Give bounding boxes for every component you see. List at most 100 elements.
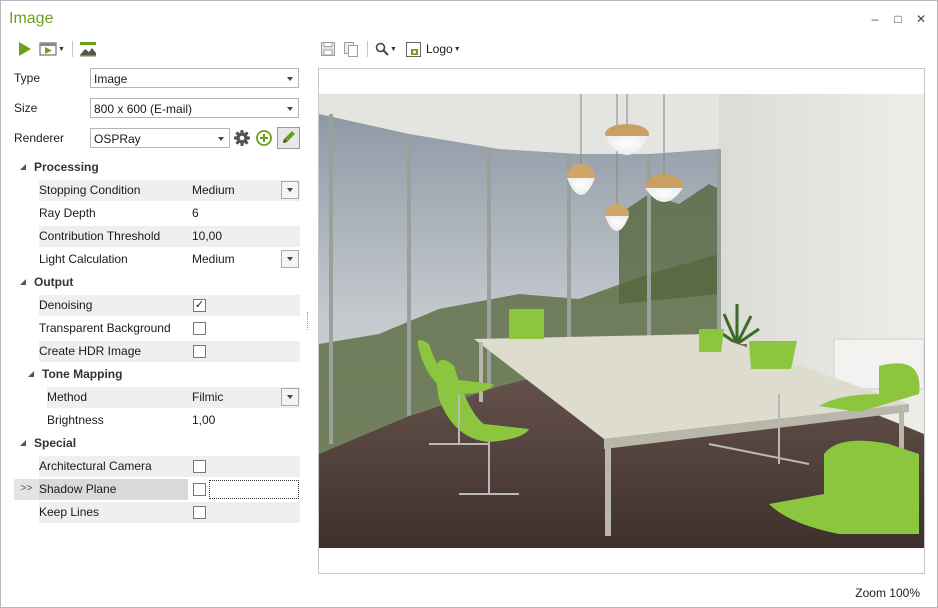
render-options-icon: [39, 42, 57, 56]
toolbar-separator: [72, 41, 73, 57]
collapse-triangle-icon: [20, 440, 26, 446]
chevron-down-icon: [287, 77, 293, 81]
light-calculation-value: Medium: [192, 252, 235, 266]
size-value: 800 x 600 (E-mail): [94, 102, 193, 116]
property-name: Keep Lines: [39, 502, 188, 523]
method-value: Filmic: [192, 390, 224, 404]
architectural-camera-checkbox[interactable]: [193, 460, 206, 473]
property-value[interactable]: Medium: [188, 180, 300, 201]
property-value: ✓: [188, 295, 300, 316]
contribution-threshold-value[interactable]: 10,00: [188, 226, 300, 247]
create-hdr-checkbox[interactable]: [193, 345, 206, 358]
toolbar-separator: [367, 41, 368, 57]
save-icon: [321, 42, 335, 56]
size-label: Size: [14, 101, 38, 115]
brightness-value[interactable]: 1,00: [188, 410, 300, 431]
image-window: Image – □ ✕ ▼ ▼ Logo ▼ Type Image Size 8…: [0, 0, 938, 608]
logo-button[interactable]: Logo ▼: [405, 38, 465, 60]
copy-icon: [344, 42, 358, 57]
zoom-icon: [375, 42, 389, 56]
collapse-triangle-icon: [20, 279, 26, 285]
category-processing[interactable]: Processing: [14, 156, 300, 177]
property-name: Stopping Condition: [39, 180, 188, 201]
zoom-button[interactable]: ▼: [373, 38, 399, 60]
renderer-select[interactable]: OSPRay: [90, 128, 230, 148]
property-name: Denoising: [39, 295, 188, 316]
play-icon: [19, 42, 31, 56]
transparent-background-checkbox[interactable]: [193, 322, 206, 335]
property-value: [188, 479, 300, 500]
property-brightness[interactable]: Brightness 1,00: [14, 410, 300, 431]
property-name: Method: [47, 387, 188, 408]
keep-lines-checkbox[interactable]: [193, 506, 206, 519]
property-value: [188, 456, 300, 477]
image-settings-button[interactable]: [77, 38, 99, 60]
property-name: Shadow Plane: [39, 479, 188, 500]
copy-image-button[interactable]: [341, 38, 361, 60]
stopping-condition-value: Medium: [192, 183, 235, 197]
property-transparent-background[interactable]: Transparent Background: [14, 318, 300, 339]
category-special[interactable]: Special: [14, 432, 300, 453]
property-create-hdr-image[interactable]: Create HDR Image: [14, 341, 300, 362]
property-light-calculation[interactable]: Light Calculation Medium: [14, 249, 300, 270]
chevron-down-icon: ▼: [390, 45, 397, 53]
add-renderer-button[interactable]: [255, 129, 273, 147]
save-image-button[interactable]: [318, 38, 338, 60]
collapse-triangle-icon: [20, 164, 26, 170]
type-select[interactable]: Image: [90, 68, 299, 88]
property-keep-lines[interactable]: Keep Lines: [14, 502, 300, 523]
conference-room-render: [319, 94, 924, 548]
gear-icon: [234, 130, 250, 146]
property-value[interactable]: Filmic: [188, 387, 300, 408]
type-label: Type: [14, 71, 41, 85]
render-options-button[interactable]: ▼: [38, 38, 66, 60]
ray-depth-value[interactable]: 6: [188, 203, 300, 224]
maximize-button[interactable]: □: [890, 11, 906, 27]
size-select[interactable]: 800 x 600 (E-mail): [90, 98, 299, 118]
category-output[interactable]: Output: [14, 271, 300, 292]
property-value[interactable]: Medium: [188, 249, 300, 270]
dropdown-button[interactable]: [281, 388, 299, 406]
logo-label: Logo: [426, 42, 453, 56]
logo-icon: [406, 41, 421, 57]
type-value: Image: [94, 72, 128, 86]
close-button[interactable]: ✕: [913, 11, 929, 27]
property-stopping-condition[interactable]: Stopping Condition Medium: [14, 180, 300, 201]
property-name: Light Calculation: [39, 252, 128, 266]
property-architectural-camera[interactable]: Architectural Camera: [14, 456, 300, 477]
edit-renderer-button[interactable]: [277, 127, 300, 149]
property-shadow-plane[interactable]: >> Shadow Plane: [14, 479, 300, 500]
dropdown-button[interactable]: [281, 181, 299, 199]
category-label: Processing: [34, 160, 99, 174]
category-tone-mapping[interactable]: Tone Mapping: [14, 363, 300, 384]
minimize-button[interactable]: –: [867, 11, 883, 27]
property-name: Brightness: [47, 413, 104, 427]
property-ray-depth[interactable]: Ray Depth 6: [14, 203, 300, 224]
property-name: Transparent Background: [39, 321, 171, 335]
property-method[interactable]: Method Filmic: [14, 387, 300, 408]
category-label: Output: [34, 275, 74, 289]
render-preview-image: [319, 94, 924, 548]
row-selector-marker: >>: [14, 479, 39, 500]
panel-splitter[interactable]: [307, 312, 309, 330]
property-contribution-threshold[interactable]: Contribution Threshold 10,00: [14, 226, 300, 247]
property-denoising[interactable]: Denoising ✓: [14, 295, 300, 316]
renderer-value: OSPRay: [94, 132, 141, 146]
renderer-label: Renderer: [14, 131, 65, 145]
collapse-triangle-icon: [28, 371, 34, 377]
shadow-plane-checkbox[interactable]: [193, 483, 206, 496]
dropdown-button[interactable]: [281, 250, 299, 268]
image-settings-icon: [80, 42, 96, 57]
window-title: Image: [9, 10, 54, 27]
plus-circle-icon: [256, 130, 272, 146]
denoising-checkbox[interactable]: ✓: [193, 299, 206, 312]
start-render-button[interactable]: [13, 38, 35, 60]
property-value: [188, 318, 300, 339]
renderer-settings-button[interactable]: [233, 129, 251, 147]
chevron-down-icon: ▼: [453, 45, 461, 53]
pencil-icon: [283, 131, 295, 143]
preview-toolbar: ▼ Logo ▼: [318, 38, 478, 60]
zoom-level: Zoom 100%: [855, 586, 920, 600]
chevron-down-icon: [287, 107, 293, 111]
property-name: Contribution Threshold: [39, 226, 188, 247]
